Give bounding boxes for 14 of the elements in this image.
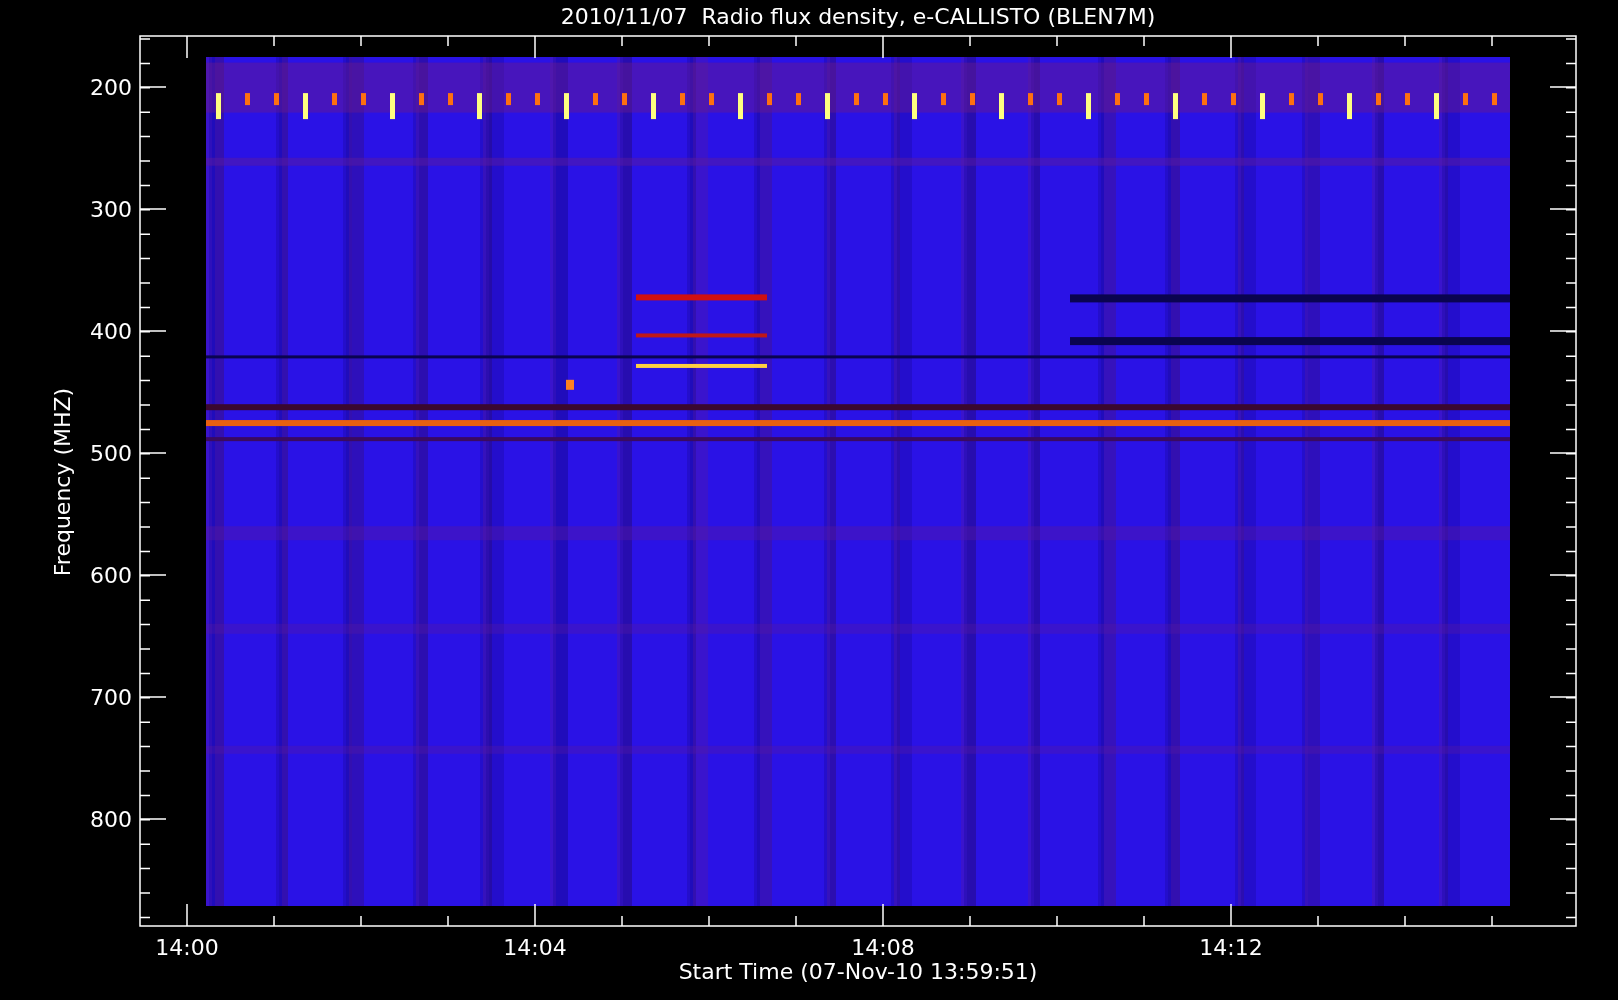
x-tick-label: 14:04	[503, 935, 567, 960]
y-tick-label: 300	[90, 197, 132, 222]
y-tick-label: 800	[90, 807, 132, 832]
x-tick-label: 14:12	[1199, 935, 1263, 960]
y-tick-label: 700	[90, 685, 132, 710]
x-tick-label: 14:00	[155, 935, 219, 960]
y-tick-label: 600	[90, 563, 132, 588]
y-tick-label: 400	[90, 319, 132, 344]
chart-title: 2010/11/07 Radio flux density, e-CALLISTO (BLEN7M)	[560, 4, 1156, 29]
y-tick-label: 200	[90, 75, 132, 100]
x-tick-label: 14:08	[851, 935, 915, 960]
y-tick-label: 500	[90, 441, 132, 466]
x-axis-label: Start Time (07-Nov-10 13:59:51)	[678, 959, 1038, 984]
y-axis-label: Frequency (MHZ)	[50, 387, 75, 577]
